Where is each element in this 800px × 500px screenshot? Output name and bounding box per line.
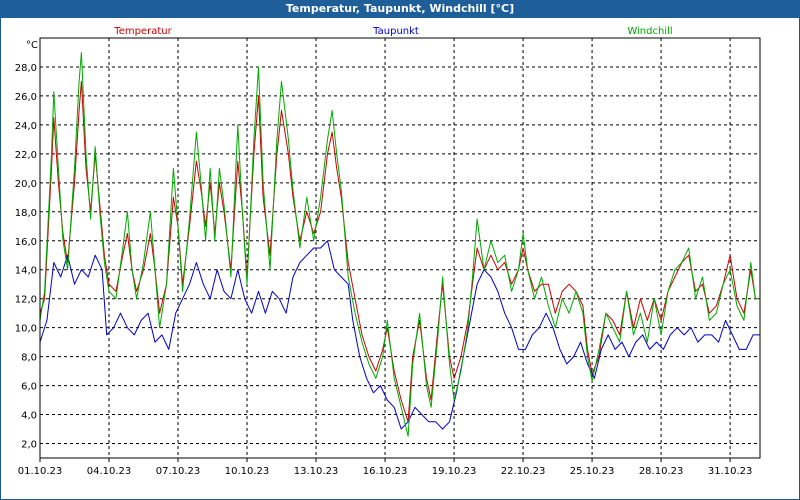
legend-windchill: Windchill — [627, 26, 672, 37]
x-tick-label: 28.10.23 — [639, 466, 684, 477]
y-tick-label: 4,0 — [21, 411, 37, 422]
x-tick-label: 07.10.23 — [156, 466, 201, 477]
y-tick-label: 12,0 — [15, 295, 37, 306]
legend-temperatur: Temperatur — [113, 26, 172, 37]
chart-svg: 2,0 4,0 6,0 8,0 10,0 12,0 14,0 16,0 18,0 20,0 22,0… — [15, 26, 761, 477]
legend-layer: Temperatur Taupunkt Windchill — [113, 26, 672, 37]
y-tick-label: 6,0 — [21, 382, 37, 393]
x-tick-label: 01.10.23 — [18, 466, 63, 477]
x-tick-label: 19.10.23 — [432, 466, 477, 477]
y-tick-label: 10,0 — [15, 324, 37, 335]
y-tick-label: 20,0 — [15, 179, 37, 190]
y-tick-label: 28,0 — [15, 63, 37, 74]
y-tick-label: 16,0 — [15, 237, 37, 248]
y-tick-label: 8,0 — [21, 353, 37, 364]
y-tick-label: 26,0 — [15, 92, 37, 103]
legend-taupunkt: Taupunkt — [372, 26, 419, 37]
series-line-temperatur — [39, 80, 760, 423]
series-layer — [39, 52, 760, 437]
x-tick-label: 31.10.23 — [708, 466, 753, 477]
x-tick-label: 25.10.23 — [570, 466, 615, 477]
x-tick-label: 22.10.23 — [501, 466, 546, 477]
y-tick-label: 22,0 — [15, 150, 37, 161]
y-tick-label: 24,0 — [15, 121, 37, 132]
x-tick-label: 10.10.23 — [225, 466, 270, 477]
y-tick-label: 14,0 — [15, 266, 37, 277]
x-tick-label: 04.10.23 — [87, 466, 132, 477]
axis-layer: 2,0 4,0 6,0 8,0 10,0 12,0 14,0 16,0 18,0 20,0 22,0… — [15, 37, 761, 477]
x-tick-label: 16.10.23 — [363, 466, 408, 477]
y-tick-label: 18,0 — [15, 208, 37, 219]
y-tick-label: 2,0 — [21, 440, 37, 451]
y-axis-unit: °C — [26, 40, 38, 51]
x-tick-label: 13.10.23 — [294, 466, 339, 477]
